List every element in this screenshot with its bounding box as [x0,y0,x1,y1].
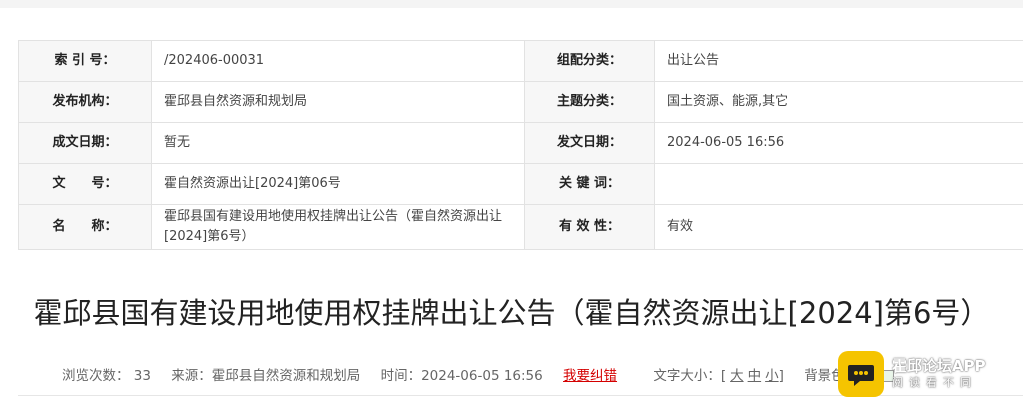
font-size-medium-link[interactable]: 中 [748,368,762,384]
views-label: 浏览次数： [62,368,130,384]
publisher-label: 发布机构： [18,81,152,123]
name-value: 霍邱县国有建设用地使用权挂牌出让公告（霍自然资源出让[2024]第6号） [151,204,525,250]
metadata-table: 索 引 号： /202406-00031 组配分类： 出让公告 发布机构： 霍邱… [18,40,1023,250]
issue-date-value: 2024-06-05 16:56 [654,122,1023,164]
issue-date-label: 发文日期： [524,122,655,164]
watermark-title: 霍邱论坛APP [892,357,986,375]
index-number-label: 索 引 号： [18,40,152,82]
name-label: 名 称： [18,204,152,250]
font-size-large-link[interactable]: 大 [730,368,744,384]
keywords-value [654,163,1023,205]
source-label: 来源： [171,368,212,384]
table-row: 发布机构： 霍邱县自然资源和规划局 主题分类： 国土资源、能源,其它 [18,81,1023,123]
time-label: 时间： [380,368,422,384]
watermark-subtitle: 阅读看不同 [892,376,977,389]
index-number-value: /202406-00031 [151,40,525,82]
table-row: 文 号： 霍自然资源出让[2024]第06号 关 键 词： [18,163,1023,205]
table-row: 成文日期： 暂无 发文日期： 2024-06-05 16:56 [18,122,1023,164]
document-number-value: 霍自然资源出让[2024]第06号 [151,163,525,205]
publisher-value: 霍邱县自然资源和规划局 [151,81,525,123]
page-title: 霍邱县国有建设用地使用权挂牌出让公告（霍自然资源出让[2024]第6号） [33,296,990,330]
category-label: 组配分类： [524,40,655,82]
top-strip [0,0,1023,8]
topic-label: 主题分类： [524,81,655,123]
validity-label: 有 效 性： [524,204,655,250]
views-count: 33 [133,368,151,384]
table-row: 索 引 号： /202406-00031 组配分类： 出让公告 [18,40,1023,82]
document-number-label: 文 号： [18,163,152,205]
chat-bubble-icon [838,351,884,397]
table-row: 名 称： 霍邱县国有建设用地使用权挂牌出让公告（霍自然资源出让[2024]第6号… [18,204,1023,250]
font-size-close: ] [778,368,784,384]
font-size-label: 文字大小：[ [653,368,727,384]
font-size-small-link[interactable]: 小 [765,368,779,384]
info-bar: 浏览次数： 33 来源：霍邱县自然资源和规划局 时间：2024-06-05 16… [62,364,894,384]
validity-value: 有效 [654,204,1023,250]
written-date-label: 成文日期： [18,122,152,164]
time-value: 2024-06-05 16:56 [421,368,543,384]
source-value: 霍邱县自然资源和规划局 [211,368,361,384]
keywords-label: 关 键 词： [524,163,655,205]
report-error-link[interactable]: 我要纠错 [563,368,617,384]
category-value: 出让公告 [654,40,1023,82]
written-date-value: 暂无 [151,122,525,164]
app-watermark: 霍邱论坛APP 阅读看不同 [838,346,1023,402]
topic-value: 国土资源、能源,其它 [654,81,1023,123]
